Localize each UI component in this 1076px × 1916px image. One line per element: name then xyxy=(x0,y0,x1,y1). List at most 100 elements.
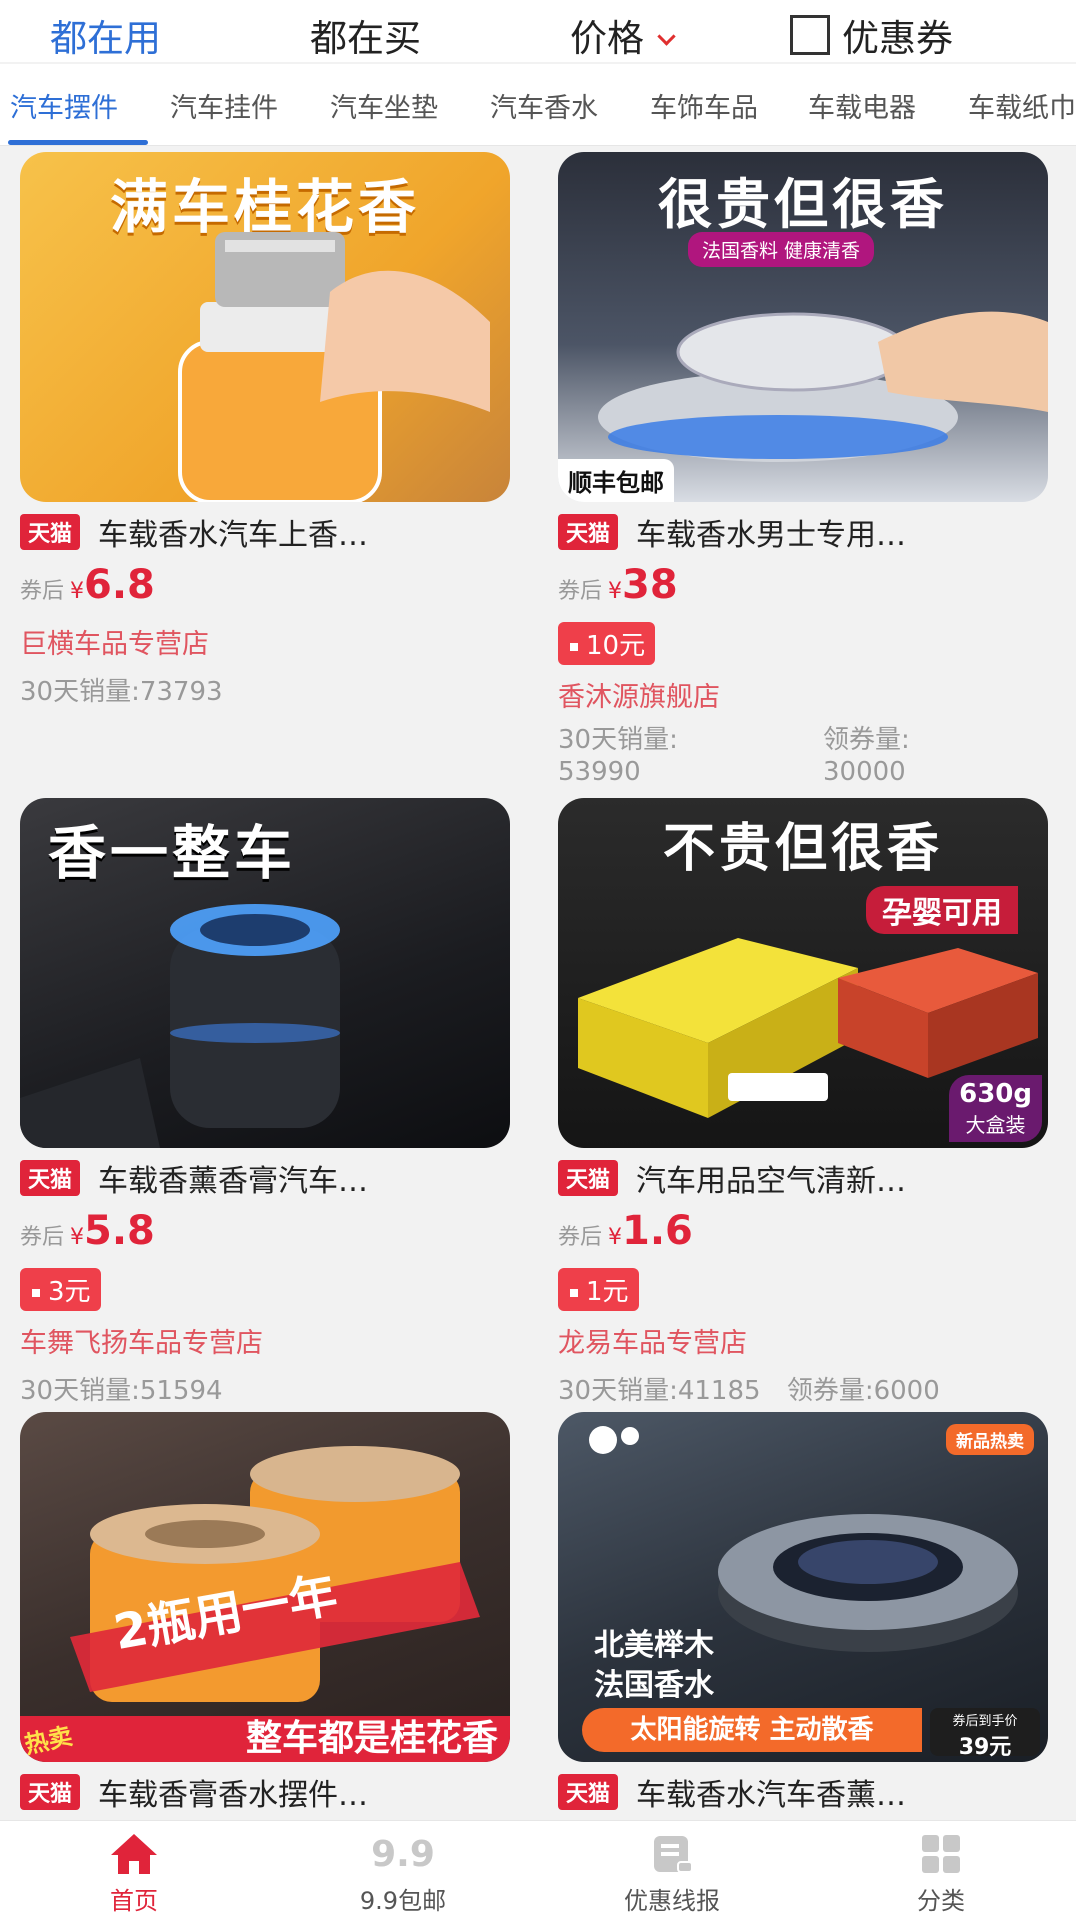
tmall-badge: 天猫 xyxy=(558,514,619,550)
tab-car-cushion[interactable]: 汽车坐垫 xyxy=(330,86,438,125)
product-card[interactable]: 2瓶用一年 整车都是桂花香 热卖 天猫 车载香膏香水摆件… xyxy=(20,1412,510,1814)
product-title[interactable]: 车载香水汽车香薰… xyxy=(636,1770,906,1814)
product-card[interactable]: 香一整车 天猫 车载香薰香膏汽车… 券后 ¥5.8 3元 车舞飞扬车品专营店 30… xyxy=(20,798,510,1407)
weight-value: 630g xyxy=(959,1079,1032,1109)
weight-label: 630g 大盒装 xyxy=(949,1075,1042,1142)
tab-car-decor[interactable]: 车饰车品 xyxy=(650,86,758,125)
sales-count: 30天销量:51594 xyxy=(20,1376,223,1406)
shop-name[interactable]: 龙易车品专营店 xyxy=(558,1321,1048,1360)
price-row: 券后 ¥38 xyxy=(558,562,1048,612)
product-title-row: 天猫 车载香膏香水摆件… xyxy=(20,1770,510,1814)
product-title[interactable]: 车载香水汽车上香… xyxy=(98,510,368,554)
active-tab-indicator xyxy=(8,140,148,145)
product-title[interactable]: 车载香膏香水摆件… xyxy=(98,1770,368,1814)
product-card[interactable]: 很贵但很香 法国香料 健康清香 顺丰包邮 天猫 车载香水男士专用… 券后 ¥38 … xyxy=(558,152,1048,788)
new-hot-tag: 新品热卖 xyxy=(946,1424,1034,1455)
tab-car-electronics[interactable]: 车载电器 xyxy=(808,86,916,125)
nav-nine-nine[interactable]: 9.9 9.9包邮 xyxy=(303,1831,503,1916)
sales-value: 53990 xyxy=(558,757,641,787)
nav-home[interactable]: 首页 xyxy=(34,1831,234,1916)
product-card[interactable]: 新品热卖 北美榉木 法国香水 太阳能旋转 主动散香 券后到手价 39元 天猫 车… xyxy=(558,1412,1048,1814)
price-row: 券后 ¥1.6 xyxy=(558,1208,1048,1258)
tab-car-ornament[interactable]: 汽车摆件 xyxy=(10,86,118,125)
nav-categories[interactable]: 分类 xyxy=(841,1831,1041,1916)
aroma-device-illustration xyxy=(20,904,340,1148)
shop-name[interactable]: 巨横车品专营店 xyxy=(20,622,510,661)
price-tag-value: 39元 xyxy=(958,1735,1012,1760)
product-image[interactable]: 香一整车 xyxy=(20,798,510,1148)
coupon-badge[interactable]: 1元 xyxy=(558,1268,639,1311)
currency-symbol: ¥ xyxy=(70,579,85,604)
coupon-count-label: 领券量: xyxy=(823,725,910,755)
tab-car-pendant[interactable]: 汽车挂件 xyxy=(170,86,278,125)
product-title-row: 天猫 汽车用品空气清新… xyxy=(558,1156,1048,1200)
feature-line-1: 北美榉木 xyxy=(594,1628,714,1663)
coupon-checkbox[interactable] xyxy=(790,14,830,55)
shipping-label: 顺丰包邮 xyxy=(558,459,674,502)
bottom-navigation: 首页 9.9 9.9包邮 优惠线报 分类 xyxy=(0,1820,1076,1916)
tmall-badge: 天猫 xyxy=(20,1160,81,1196)
product-title-row: 天猫 车载香薰香膏汽车… xyxy=(20,1156,510,1200)
sort-price-label: 价格 xyxy=(570,17,644,60)
price-tag-label: 券后到手价 xyxy=(952,1714,1018,1729)
product-title[interactable]: 汽车用品空气清新… xyxy=(636,1156,906,1200)
category-tabs: 汽车摆件 汽车挂件 汽车坐垫 汽车香水 车饰车品 车载电器 车载纸巾 xyxy=(0,64,1076,146)
sort-all-buy[interactable]: 都在买 xyxy=(310,8,421,62)
price: 5.8 xyxy=(84,1208,155,1254)
product-image[interactable]: 新品热卖 北美榉木 法国香水 太阳能旋转 主动散香 券后到手价 39元 xyxy=(558,1412,1048,1762)
currency-symbol: ¥ xyxy=(70,1225,85,1250)
tab-car-perfume[interactable]: 汽车香水 xyxy=(490,86,598,125)
coupon-count-value: 30000 xyxy=(823,757,906,787)
coupon-filter[interactable]: 优惠券 xyxy=(790,8,953,62)
nav-categories-label: 分类 xyxy=(917,1887,965,1915)
currency-symbol: ¥ xyxy=(608,1225,623,1250)
coupon-count: 领券量:6000 xyxy=(786,1376,940,1406)
product-bottom-banner: 整车都是桂花香 xyxy=(20,1716,510,1762)
sales-stats: 30天销量:41185 领券量:6000 xyxy=(558,1370,1048,1407)
feature-banner: 太阳能旋转 主动散香 xyxy=(582,1708,922,1752)
coupon-filter-label: 优惠券 xyxy=(842,17,953,60)
sales-count: 30天销量:41185 xyxy=(558,1376,761,1406)
product-image[interactable]: 很贵但很香 法国香料 健康清香 顺丰包邮 xyxy=(558,152,1048,502)
product-title-row: 天猫 车载香水男士专用… xyxy=(558,510,1048,554)
sales-count: 30天销量:73793 xyxy=(20,677,223,707)
product-image[interactable]: 2瓶用一年 整车都是桂花香 热卖 xyxy=(20,1412,510,1762)
nav-nine-nine-label: 9.9包邮 xyxy=(359,1887,447,1915)
tmall-badge: 天猫 xyxy=(558,1774,619,1810)
price-prefix: 券后 xyxy=(558,579,603,604)
nav-deals-news[interactable]: 优惠线报 xyxy=(572,1831,772,1916)
chevron-down-icon xyxy=(657,27,676,46)
shop-name[interactable]: 香沐源旗舰店 xyxy=(558,675,1048,714)
sort-price[interactable]: 价格 xyxy=(570,8,676,62)
grid-icon xyxy=(841,1831,1041,1877)
tmall-badge: 天猫 xyxy=(558,1160,619,1196)
home-icon xyxy=(34,1831,234,1877)
product-title[interactable]: 车载香水男士专用… xyxy=(636,510,906,554)
price-prefix: 券后 xyxy=(20,1225,65,1250)
price: 6.8 xyxy=(84,562,155,608)
price-prefix: 券后 xyxy=(20,579,65,604)
product-title[interactable]: 车载香薰香膏汽车… xyxy=(98,1156,368,1200)
product-card[interactable]: 不贵但很香 孕婴可用 630g 大盒装 天猫 汽车用品空气清新… 券后 ¥1.6 … xyxy=(558,798,1048,1407)
tmall-badge: 天猫 xyxy=(20,1774,81,1810)
nav-home-label: 首页 xyxy=(110,1887,158,1915)
price: 1.6 xyxy=(622,1208,693,1254)
coupon-badge[interactable]: 10元 xyxy=(558,622,656,665)
news-icon xyxy=(572,1831,772,1877)
price-tag: 券后到手价 39元 xyxy=(930,1708,1040,1760)
tab-car-tissue[interactable]: 车载纸巾 xyxy=(968,86,1076,125)
coupon-badge[interactable]: 3元 xyxy=(20,1268,101,1311)
shop-name[interactable]: 车舞飞扬车品专营店 xyxy=(20,1321,510,1360)
perfume-bottle-illustration xyxy=(178,232,490,502)
price-prefix: 券后 xyxy=(558,1225,603,1250)
sort-bar: 都在用 都在买 价格 优惠券 xyxy=(0,0,1076,62)
product-card[interactable]: 满车桂花香 天猫 车载香水汽车上香… 券后 ¥6.8 巨横车品专营店 30天销量:… xyxy=(20,152,510,708)
currency-symbol: ¥ xyxy=(608,579,623,604)
sort-all-used[interactable]: 都在用 xyxy=(50,8,161,62)
feature-line-2: 法国香水 xyxy=(594,1668,714,1703)
sales-stats: 30天销量: 领券量: 53990 30000 xyxy=(558,724,1048,788)
product-image[interactable]: 满车桂花香 xyxy=(20,152,510,502)
product-image[interactable]: 不贵但很香 孕婴可用 630g 大盒装 xyxy=(558,798,1048,1148)
nav-deals-news-label: 优惠线报 xyxy=(624,1887,720,1915)
price: 38 xyxy=(622,562,678,608)
